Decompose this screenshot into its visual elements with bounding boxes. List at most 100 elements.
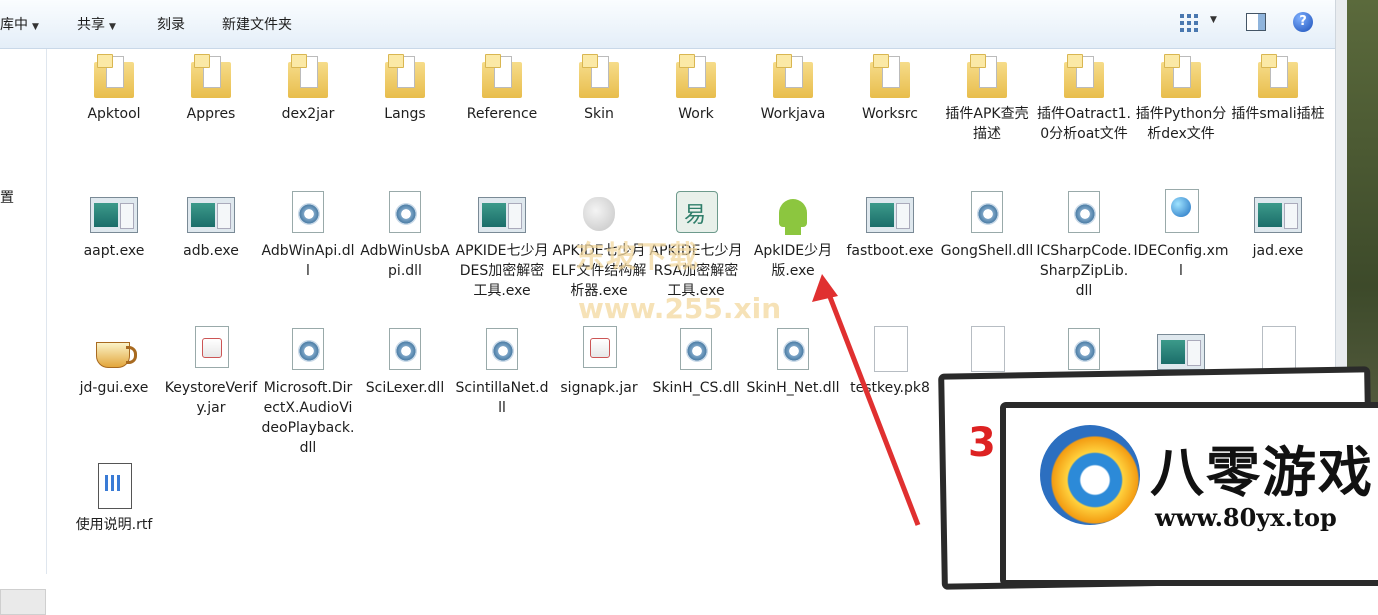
file-name-label: Skin — [584, 106, 614, 122]
folder-icon — [573, 50, 625, 102]
dll-gear-icon — [1058, 324, 1110, 376]
folder-icon — [476, 50, 528, 102]
file-name-label: APKIDE七少月DES加密解密工具.exe — [455, 243, 549, 299]
file-item[interactable]: Work — [648, 50, 744, 124]
file-item[interactable]: Microsoft.DirectX.AudioVideoPlayback.dll — [260, 324, 356, 458]
folder-icon — [379, 50, 431, 102]
android-icon — [767, 187, 819, 239]
file-name-label: GongShell.dll — [940, 243, 1034, 259]
file-item[interactable]: fastboot.exe — [842, 187, 938, 261]
file-name-label: aapt.exe — [83, 243, 145, 259]
java-jar-icon — [185, 324, 237, 376]
file-item[interactable]: SkinH_CS.dll — [648, 324, 744, 398]
file-item[interactable]: Worksrc — [842, 50, 938, 124]
watermark-url: www.255.xin — [578, 292, 782, 325]
file-item[interactable]: Langs — [357, 50, 453, 124]
dll-gear-icon — [670, 324, 722, 376]
dll-gear-icon — [379, 187, 431, 239]
command-bar: 库中 ▼ 共享 ▼ 刻录 新建文件夹 ▼ ? — [0, 0, 1335, 49]
logo-brand-text: 八零游戏 — [1150, 441, 1374, 504]
share-menu[interactable]: 共享 ▼ — [77, 14, 116, 34]
file-item[interactable]: jd-gui.exe — [66, 324, 162, 398]
file-name-label: Workjava — [760, 106, 826, 122]
file-item[interactable]: APKIDE七少月DES加密解密工具.exe — [454, 187, 550, 301]
file-item[interactable]: Skin — [551, 50, 647, 124]
file-name-label: Langs — [384, 106, 426, 122]
dll-gear-icon — [282, 324, 334, 376]
help-icon[interactable]: ? — [1293, 12, 1313, 32]
file-name-label: Apktool — [87, 106, 141, 122]
file-item[interactable]: 插件Oatract1.0分析oat文件 — [1036, 50, 1132, 144]
file-item[interactable]: Apktool — [66, 50, 162, 124]
folder-icon — [88, 50, 140, 102]
file-item[interactable]: adb.exe — [163, 187, 259, 261]
new-folder-label: 新建文件夹 — [222, 17, 292, 33]
file-name-label: ICSharpCode.SharpZipLib.dll — [1036, 243, 1132, 299]
file-item[interactable]: dex2jar — [260, 50, 356, 124]
file-name-label: Worksrc — [862, 106, 918, 122]
include-in-library-menu[interactable]: 库中 ▼ — [0, 14, 39, 34]
file-item[interactable]: signapk.jar — [551, 324, 647, 398]
swirl-logo-icon — [1040, 425, 1140, 525]
file-name-label: ScintillaNet.dll — [455, 380, 549, 416]
file-item[interactable]: Reference — [454, 50, 550, 124]
library-menu-label: 库中 — [0, 17, 28, 33]
file-name-label: adb.exe — [183, 243, 239, 259]
file-item[interactable] — [939, 324, 1035, 378]
file-name-label: 插件Python分析dex文件 — [1135, 106, 1227, 142]
file-item[interactable]: ScintillaNet.dll — [454, 324, 550, 418]
file-name-label: SkinH_CS.dll — [652, 380, 740, 396]
file-item[interactable]: 插件smali插桩 — [1230, 50, 1326, 124]
folder-icon — [1252, 50, 1304, 102]
file-name-label: IDEConfig.xml — [1133, 243, 1229, 279]
file-item[interactable]: ICSharpCode.SharpZipLib.dll — [1036, 187, 1132, 301]
file-name-label: fastboot.exe — [846, 243, 934, 259]
burn-button-label: 刻录 — [157, 17, 185, 33]
file-item[interactable]: AdbWinUsbApi.dll — [357, 187, 453, 281]
blank-document-icon — [961, 324, 1013, 376]
exe-window-icon — [864, 187, 916, 239]
folder-icon — [1155, 50, 1207, 102]
view-options-dropdown-icon[interactable]: ▼ — [1210, 15, 1217, 25]
file-item[interactable]: Workjava — [745, 50, 841, 124]
file-name-label: SciLexer.dll — [365, 380, 445, 396]
file-item[interactable]: SciLexer.dll — [357, 324, 453, 398]
file-item[interactable]: 使用说明.rtf — [66, 461, 162, 535]
file-name-label: AdbWinApi.dll — [261, 243, 355, 279]
file-name-label: jd-gui.exe — [79, 380, 149, 396]
file-item[interactable]: KeystoreVerify.jar — [163, 324, 259, 418]
coffee-cup-icon — [88, 324, 140, 376]
file-item[interactable]: 插件APK查壳描述 — [939, 50, 1035, 144]
preview-pane-icon[interactable] — [1246, 13, 1266, 31]
dll-gear-icon — [961, 187, 1013, 239]
new-folder-button[interactable]: 新建文件夹 — [222, 14, 292, 34]
file-item[interactable]: 插件Python分析dex文件 — [1133, 50, 1229, 144]
nav-item-partial[interactable]: 置 — [0, 187, 14, 207]
folder-icon — [185, 50, 237, 102]
file-item[interactable]: IDEConfig.xml — [1133, 187, 1229, 281]
folder-icon — [767, 50, 819, 102]
file-item[interactable]: aapt.exe — [66, 187, 162, 261]
folder-icon — [864, 50, 916, 102]
file-item[interactable]: GongShell.dll — [939, 187, 1035, 261]
exe-window-icon — [185, 187, 237, 239]
burn-button[interactable]: 刻录 — [157, 14, 185, 34]
exe-window-icon — [1155, 324, 1207, 376]
rtf-document-icon — [88, 461, 140, 513]
watermark-text: 东坡下载 — [575, 240, 699, 275]
file-name-label: Work — [678, 106, 714, 122]
file-item[interactable]: Appres — [163, 50, 259, 124]
change-view-icon[interactable] — [1180, 14, 1198, 32]
folder-icon — [1058, 50, 1110, 102]
file-item[interactable]: jad.exe — [1230, 187, 1326, 261]
dll-gear-icon — [282, 187, 334, 239]
folder-icon — [961, 50, 1013, 102]
file-item[interactable]: AdbWinApi.dll — [260, 187, 356, 281]
logo-url-text: www.80yx.top — [1155, 503, 1337, 532]
logo-number: 3 — [968, 420, 996, 466]
file-name-label: 插件Oatract1.0分析oat文件 — [1037, 106, 1131, 142]
dll-gear-icon — [476, 324, 528, 376]
folder-icon — [670, 50, 722, 102]
file-name-label: Appres — [186, 106, 236, 122]
nav-horizontal-scrollbar[interactable] — [0, 589, 46, 615]
